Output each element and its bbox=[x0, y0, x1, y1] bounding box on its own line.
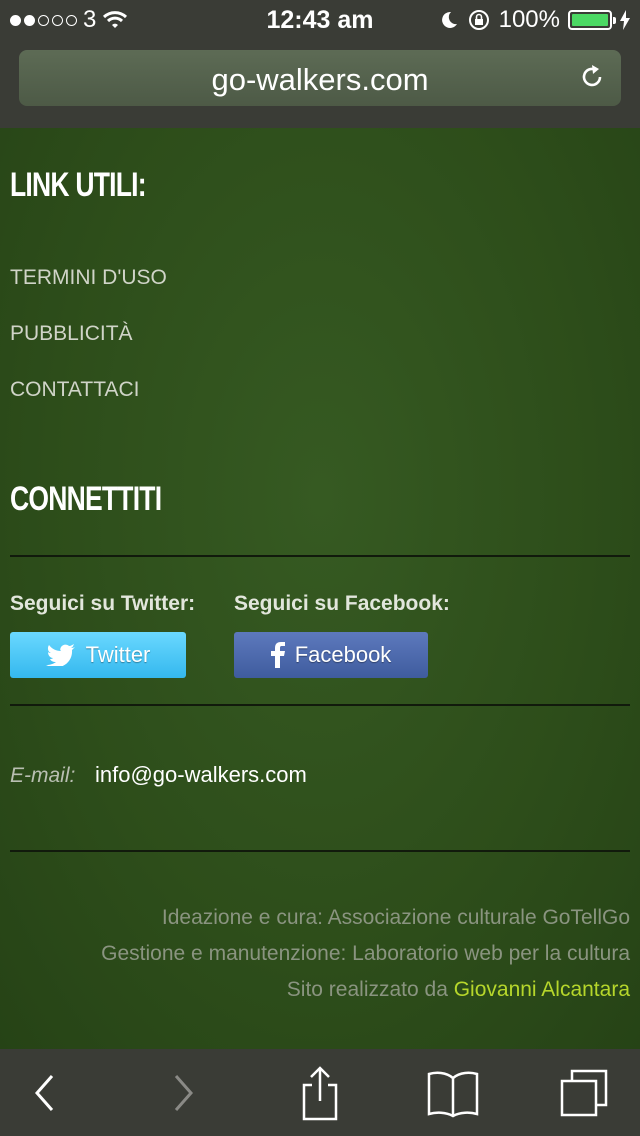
facebook-f-icon bbox=[270, 642, 285, 668]
links-heading: LINK UTILI: bbox=[10, 166, 147, 204]
email-link[interactable]: info@go-walkers.com bbox=[95, 762, 307, 788]
twitter-follow-label: Seguici su Twitter: bbox=[10, 592, 196, 615]
credit-line-concept: Ideazione e cura: Associazione culturale… bbox=[161, 906, 630, 929]
share-button[interactable] bbox=[288, 1049, 352, 1136]
credit-line-maintenance: Gestione e manutenzione: Laboratorio web… bbox=[101, 942, 630, 965]
connect-heading: CONNETTITI bbox=[10, 480, 162, 518]
credit-prefix: Sito realizzato da bbox=[286, 978, 448, 1001]
facebook-button[interactable]: Facebook bbox=[234, 632, 428, 678]
divider bbox=[10, 850, 630, 852]
email-label: E-mail: bbox=[10, 764, 76, 787]
back-button[interactable] bbox=[14, 1049, 74, 1136]
bookmarks-button[interactable] bbox=[418, 1049, 488, 1136]
status-bar: 3 12:43 am 100% bbox=[0, 0, 640, 40]
share-icon bbox=[302, 1065, 338, 1120]
link-terms[interactable]: TERMINI D'USO bbox=[10, 266, 167, 290]
developer-link[interactable]: Giovanni Alcantara bbox=[454, 978, 630, 1001]
facebook-follow-label: Seguici su Facebook: bbox=[234, 592, 450, 615]
status-right-group: 100% bbox=[439, 6, 630, 34]
facebook-button-label: Facebook bbox=[294, 642, 392, 667]
tabs-icon bbox=[560, 1069, 608, 1116]
link-advertising[interactable]: PUBBLICITÀ bbox=[10, 322, 133, 346]
twitter-button[interactable]: Twitter bbox=[10, 632, 186, 678]
charging-bolt-icon bbox=[620, 10, 630, 30]
twitter-button-label: Twitter bbox=[85, 642, 151, 667]
book-icon bbox=[427, 1071, 479, 1117]
chevron-left-icon bbox=[34, 1074, 54, 1111]
forward-button[interactable] bbox=[154, 1049, 214, 1136]
browser-header: go-walkers.com bbox=[0, 40, 640, 128]
tabs-button[interactable] bbox=[552, 1049, 616, 1136]
page-content: LINK UTILI: TERMINI D'USO PUBBLICITÀ CON… bbox=[0, 128, 640, 1049]
battery-icon bbox=[568, 10, 616, 30]
browser-toolbar bbox=[0, 1049, 640, 1136]
battery-percent: 100% bbox=[498, 6, 560, 33]
moon-icon bbox=[441, 11, 457, 28]
chevron-right-icon bbox=[174, 1074, 194, 1111]
credit-line-developer: Sito realizzato da Giovanni Alcantara bbox=[287, 978, 630, 1002]
link-contact[interactable]: CONTATTACI bbox=[10, 378, 140, 402]
rotation-lock-icon bbox=[468, 10, 489, 30]
reload-icon[interactable] bbox=[577, 62, 607, 92]
address-bar[interactable]: go-walkers.com bbox=[19, 50, 621, 106]
divider bbox=[10, 704, 630, 706]
divider bbox=[10, 555, 630, 557]
url-text: go-walkers.com bbox=[211, 62, 429, 97]
twitter-bird-icon bbox=[45, 644, 75, 666]
